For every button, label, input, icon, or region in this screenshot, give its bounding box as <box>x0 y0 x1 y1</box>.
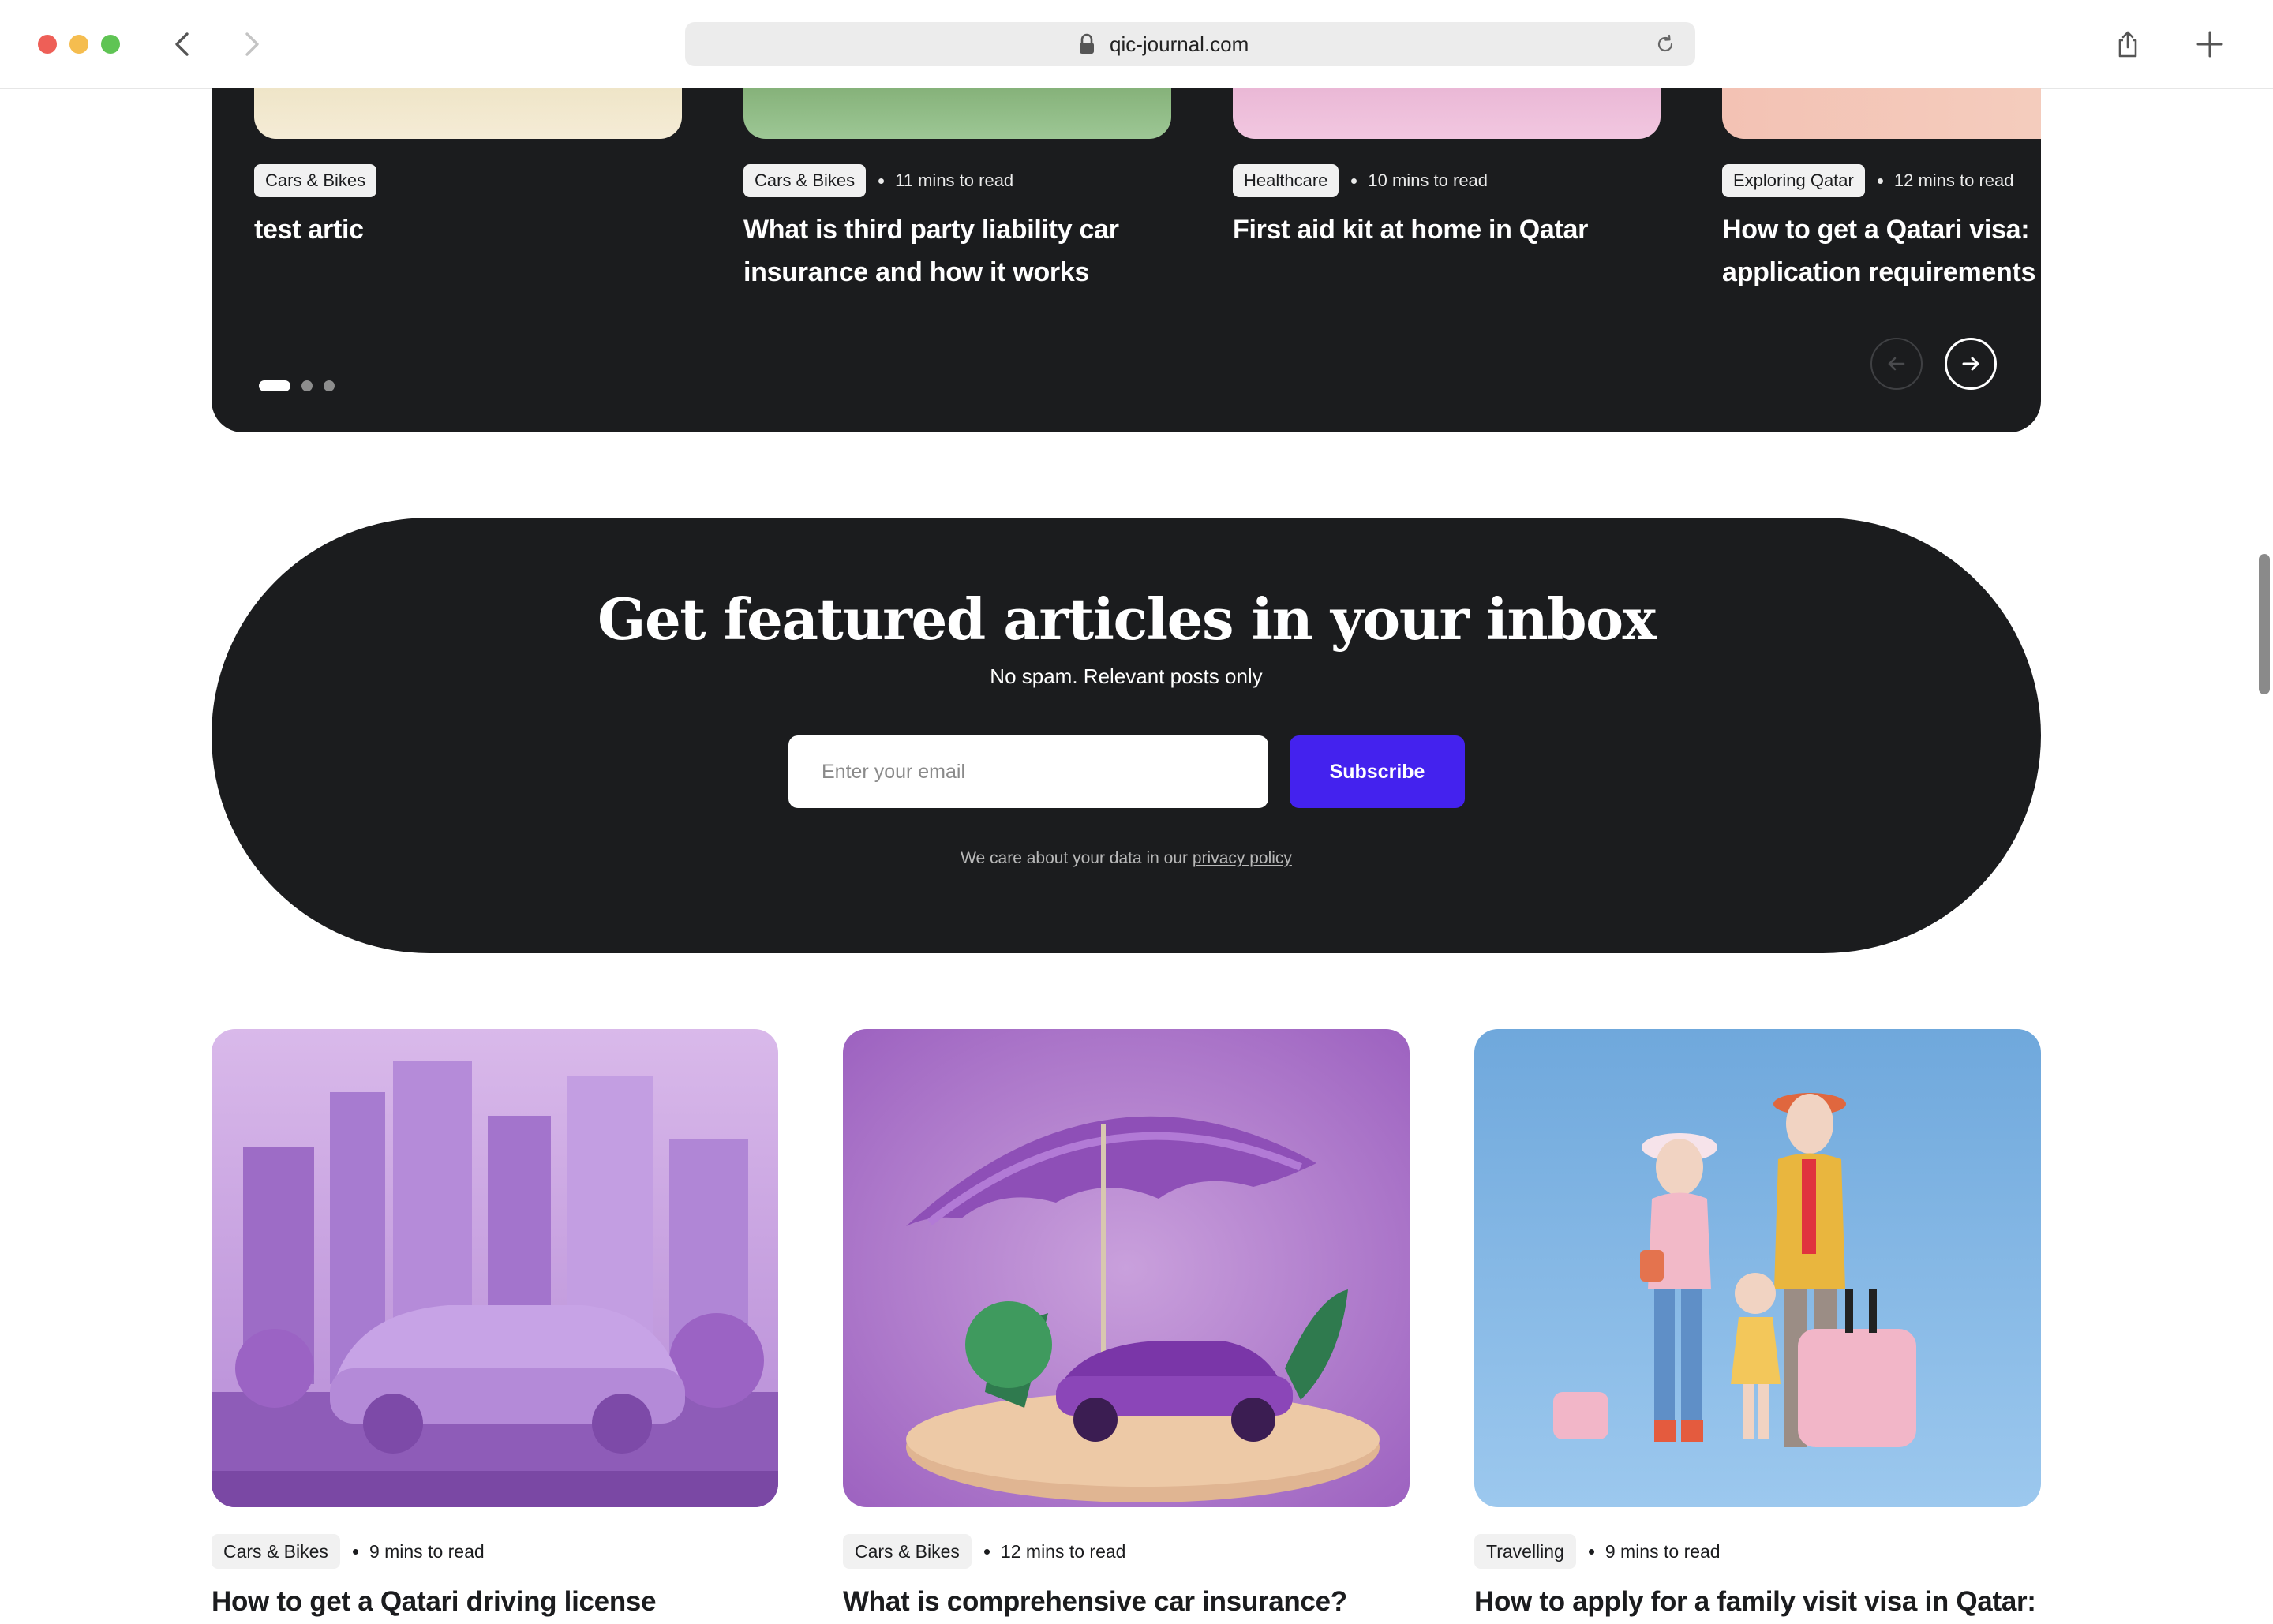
privacy-policy-link[interactable]: privacy policy <box>1193 849 1292 867</box>
purple-city-car-illustration <box>212 1029 778 1507</box>
article-title[interactable]: What is comprehensive car insurance? <box>843 1580 1443 1624</box>
scrollbar-thumb[interactable] <box>2259 554 2270 694</box>
newsletter-title: Get featured articles in your inbox <box>597 586 1657 653</box>
page-scrollbar[interactable] <box>2257 88 2273 1616</box>
category-tag[interactable]: Cars & Bikes <box>743 164 867 197</box>
category-tag[interactable]: Travelling <box>1474 1534 1576 1569</box>
back-arrow-icon[interactable] <box>166 27 200 62</box>
carousel-prev-button[interactable] <box>1870 338 1923 390</box>
meta-separator <box>1351 178 1357 184</box>
article-meta: Cars & Bikes 9 mins to read <box>212 1534 485 1569</box>
read-time: 12 mins to read <box>1893 170 2014 190</box>
slide-meta: Healthcare 10 mins to read <box>1233 164 1488 197</box>
minimize-window-button[interactable] <box>69 35 88 54</box>
newsletter-subtitle: No spam. Relevant posts only <box>990 664 1263 688</box>
article-meta: Travelling 9 mins to read <box>1474 1534 1721 1569</box>
read-time: 10 mins to read <box>1368 170 1488 190</box>
pagination-dot[interactable] <box>324 380 335 391</box>
slide-title[interactable]: What is third party liability car insura… <box>743 208 1171 294</box>
family-travel-illustration <box>1474 1029 2041 1507</box>
read-time: 12 mins to read <box>1000 1540 1126 1562</box>
meta-separator <box>352 1548 358 1555</box>
slide-meta: Cars & Bikes <box>254 164 377 197</box>
slide-image <box>1722 88 2041 139</box>
article-title[interactable]: How to get a Qatari driving license <box>212 1580 811 1624</box>
article-meta: Cars & Bikes 12 mins to read <box>843 1534 1125 1569</box>
share-icon[interactable] <box>2112 28 2144 60</box>
arrow-right-icon <box>1962 357 1979 371</box>
privacy-note: We care about your data in our privacy p… <box>212 849 2041 868</box>
category-tag[interactable]: Cars & Bikes <box>212 1534 340 1569</box>
address-bar[interactable]: qic-journal.com <box>685 22 1695 66</box>
category-tag[interactable]: Cars & Bikes <box>843 1534 972 1569</box>
category-tag[interactable]: Healthcare <box>1233 164 1339 197</box>
email-input[interactable] <box>788 735 1268 808</box>
forward-arrow-icon[interactable] <box>234 27 268 62</box>
carousel-next-button[interactable] <box>1945 338 1997 390</box>
meta-separator <box>1877 178 1883 184</box>
featured-carousel: Cars & Bikes test artic Cars & Bikes 11 … <box>212 88 2041 432</box>
slide-meta: Cars & Bikes 11 mins to read <box>743 164 1013 197</box>
meta-separator <box>878 178 885 184</box>
read-time: 9 mins to read <box>369 1540 485 1562</box>
lock-icon <box>1080 33 1094 54</box>
article-title[interactable]: How to apply for a family visit visa in … <box>1474 1580 2074 1624</box>
umbrella-car-illustration <box>843 1029 1410 1507</box>
meta-separator <box>1588 1548 1594 1555</box>
arrow-left-icon <box>1888 357 1905 371</box>
article-image[interactable] <box>1474 1029 2041 1507</box>
pagination-dot-active[interactable] <box>259 380 290 391</box>
read-time: 11 mins to read <box>895 170 1014 190</box>
slide-image <box>1233 88 1661 139</box>
slide-image <box>254 88 682 139</box>
article-image[interactable] <box>843 1029 1410 1507</box>
slide-title[interactable]: How to get a Qatari visa: application re… <box>1722 208 2041 294</box>
article-image[interactable] <box>212 1029 778 1507</box>
slide-title[interactable]: First aid kit at home in Qatar <box>1233 208 1661 251</box>
meta-separator <box>983 1548 990 1555</box>
url-text: qic-journal.com <box>1110 32 1249 56</box>
new-tab-plus-icon[interactable] <box>2194 28 2226 60</box>
slide-image <box>743 88 1171 139</box>
category-tag[interactable]: Exploring Qatar <box>1722 164 1865 197</box>
browser-toolbar: qic-journal.com <box>0 0 2273 89</box>
subscribe-button[interactable]: Subscribe <box>1290 735 1465 808</box>
reload-icon[interactable] <box>1654 33 1676 55</box>
category-tag[interactable]: Cars & Bikes <box>254 164 377 197</box>
newsletter-signup: Get featured articles in your inbox No s… <box>212 518 2041 953</box>
slide-meta: Exploring Qatar 12 mins to read <box>1722 164 2014 197</box>
privacy-note-text: We care about your data in our <box>961 849 1189 867</box>
pagination-dot[interactable] <box>301 380 313 391</box>
zoom-window-button[interactable] <box>101 35 120 54</box>
slide-title[interactable]: test artic <box>254 208 682 251</box>
read-time: 9 mins to read <box>1605 1540 1721 1562</box>
close-window-button[interactable] <box>38 35 57 54</box>
